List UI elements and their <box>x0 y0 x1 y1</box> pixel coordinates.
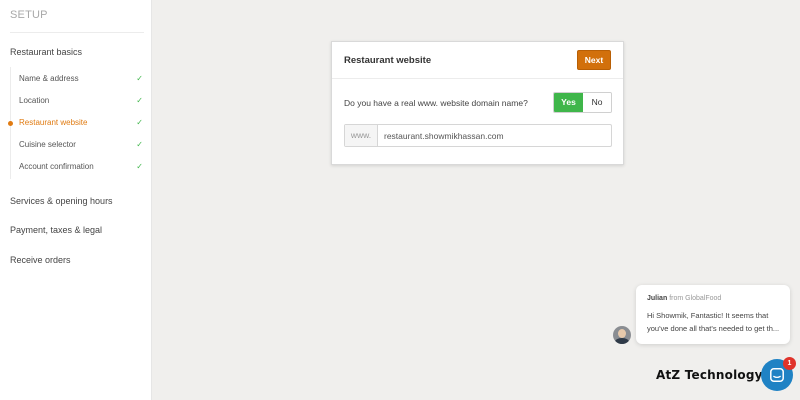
yes-button[interactable]: Yes <box>554 93 583 112</box>
watermark-text: AtZ Technology <box>656 368 763 382</box>
restaurant-basics-steps: Name & address ✓ Location ✓ Restaurant w… <box>8 67 145 179</box>
avatar-face <box>618 329 626 338</box>
next-button[interactable]: Next <box>577 50 611 70</box>
sidebar-section-payment-taxes[interactable]: Payment, taxes & legal <box>10 225 102 235</box>
yes-no-toggle: Yes No <box>553 92 612 113</box>
avatar-shirt <box>615 338 629 344</box>
url-prefix: www. <box>345 125 378 146</box>
step-label: Cuisine selector <box>19 140 76 149</box>
agent-avatar <box>613 326 631 344</box>
chat-sender-org: from GlobalFood <box>669 295 722 302</box>
step-restaurant-website[interactable]: Restaurant website ✓ <box>8 116 145 130</box>
step-label: Name & address <box>19 74 79 83</box>
domain-question: Do you have a real www. website domain n… <box>344 98 528 108</box>
step-label: Restaurant website <box>19 118 88 127</box>
card-header: Restaurant website Next <box>332 42 623 79</box>
website-url-group: www. <box>344 124 612 147</box>
setup-divider <box>10 32 144 33</box>
step-label: Account confirmation <box>19 162 94 171</box>
website-url-input[interactable] <box>378 125 611 146</box>
restaurant-website-card: Restaurant website Next Do you have a re… <box>331 41 624 165</box>
checkmark-icon: ✓ <box>136 74 143 83</box>
checkmark-icon: ✓ <box>136 118 143 127</box>
card-title: Restaurant website <box>344 55 432 66</box>
sidebar-section-restaurant-basics[interactable]: Restaurant basics <box>10 47 82 57</box>
setup-title: SETUP <box>10 9 48 21</box>
unread-badge: 1 <box>783 357 796 370</box>
active-step-dot <box>8 121 13 126</box>
no-button[interactable]: No <box>583 93 611 112</box>
checkmark-icon: ✓ <box>136 140 143 149</box>
step-account-confirmation[interactable]: Account confirmation ✓ <box>19 160 145 174</box>
checkmark-icon: ✓ <box>136 96 143 105</box>
chat-message-text: Hi Showmik, Fantastic! It seems that you… <box>647 311 780 333</box>
step-cuisine-selector[interactable]: Cuisine selector ✓ <box>19 138 145 152</box>
chat-message-preview[interactable]: Julian from GlobalFood Hi Showmik, Fanta… <box>636 285 790 344</box>
sidebar-section-receive-orders[interactable]: Receive orders <box>10 255 71 265</box>
sidebar: SETUP Restaurant basics Name & address ✓… <box>0 0 152 400</box>
chat-sender-name: Julian <box>647 295 668 302</box>
chat-sender-line: Julian from GlobalFood <box>647 295 721 302</box>
step-label: Location <box>19 96 50 105</box>
sidebar-section-services-hours[interactable]: Services & opening hours <box>10 196 113 206</box>
chat-bubble-icon <box>770 368 784 382</box>
step-name-address[interactable]: Name & address ✓ <box>19 72 145 86</box>
step-location[interactable]: Location ✓ <box>19 94 145 108</box>
checkmark-icon: ✓ <box>136 162 143 171</box>
